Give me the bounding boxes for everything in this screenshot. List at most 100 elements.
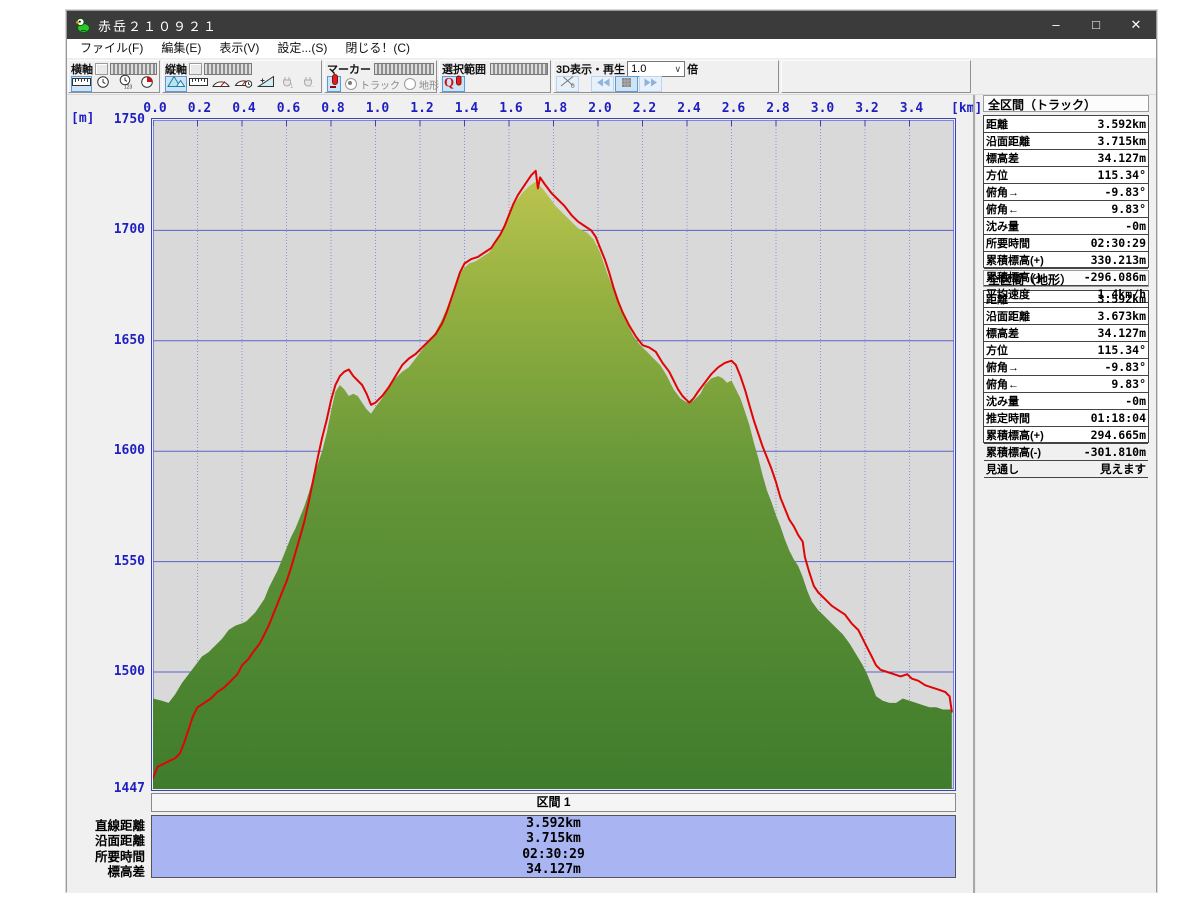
clock-123-icon: 123 [118,74,133,94]
maximize-button[interactable]: □ [1076,11,1116,39]
stat-row: 距離 3.592km [984,116,1148,133]
marker-target-track-radio[interactable]: トラック [345,77,400,92]
haxis-distance-button[interactable] [71,76,92,92]
ruler-icon [72,75,91,93]
vaxis-scale-reset-button[interactable] [189,63,202,75]
stat-value: -296.086m [1084,270,1146,284]
x-axis-tick-label: 0.6 [274,101,304,116]
haxis-time-button[interactable] [93,76,114,92]
x-axis-tick-label: 3.2 [852,101,882,116]
stat-label: 方位 [986,342,1008,358]
gauge-clock-icon [234,75,254,93]
haxis-elapsed-button[interactable] [136,76,157,92]
menu-item[interactable]: 閉じる！(C) [336,39,419,58]
stat-row: 所要時間 02:30:29 [984,235,1148,252]
haxis-time-numbered-button[interactable]: 123 [115,76,136,92]
marker-toggle-button[interactable] [327,76,341,92]
y-axis-tick-label: 1600 [67,443,145,458]
stat-value: -9.83° [1104,360,1146,374]
x-axis-tick-label: 1.4 [452,101,482,116]
stat-label: 俯角← [986,201,1019,217]
info-panel: 全区間（トラック） 距離 3.592km 沿面距離 3.715km 標高差 34… [983,95,1149,445]
toolbar-group-marker: マーカー トラック 地形 [324,60,437,93]
plug-multi-icon: .. [301,75,316,94]
3d-view-button[interactable]: 0 [556,76,579,92]
vaxis-sensor2-button[interactable]: .. [299,76,319,92]
vaxis-speed-button[interactable] [210,76,232,92]
stat-value: 34.127m [1098,326,1146,340]
x-axis-tick-label: 1.0 [363,101,393,116]
vaxis-scale-slider[interactable] [204,63,252,75]
toolbar-group-horizontal-axis: 横軸 123 [68,60,160,93]
vaxis-sensor1-button[interactable]: 1 [277,76,297,92]
close-button[interactable]: ✕ [1116,11,1156,39]
stat-value: 01:18:04 [1091,411,1146,425]
track-stats-table: 距離 3.592km 沿面距離 3.715km 標高差 34.127m 方位 1… [983,115,1149,268]
ruler-icon [189,75,208,93]
vaxis-elevation-button[interactable] [165,76,187,92]
stat-value: 9.83° [1111,377,1146,391]
rewind-button[interactable] [591,76,614,92]
x-axis-tick-label: 2.6 [719,101,749,116]
desktop-background: 赤岳２１０９２１ – □ ✕ ファイル(F)編集(E)表示(V)設定...(S)… [0,0,1200,900]
stat-value: -9.83° [1104,185,1146,199]
stat-value: 3.673km [1098,309,1146,323]
x-axis-tick-label: 2.2 [630,101,660,116]
rewind-icon [595,75,611,93]
menu-item[interactable]: 設定...(S) [268,39,336,58]
stat-row: 累積標高(-) -301.810m [984,444,1148,461]
marker-position-slider[interactable] [374,63,434,75]
stat-row: 沿面距離 3.715km [984,133,1148,150]
marker-target-terrain-radio[interactable]: 地形 [404,77,439,92]
section-values-box: 3.592km3.715km02:30:2934.127m [151,815,956,878]
stat-label: 推定時間 [986,410,1030,426]
section-row-value: 02:30:29 [152,847,955,862]
haxis-scale-reset-button[interactable] [95,63,108,75]
toolbar-group-playback: 3D表示・再生 1.0∨ 倍 0 [553,60,779,93]
panel-divider [973,95,976,893]
section-row-label: 沿面距離 [67,830,145,845]
stat-label: 見通し [986,461,1019,477]
stat-row: 方位 115.34° [984,342,1148,359]
minimize-button[interactable]: – [1036,11,1076,39]
stat-value: 3.715km [1098,134,1146,148]
stat-label: 標高差 [986,150,1019,166]
window-controls: – □ ✕ [1036,11,1156,39]
selection-mode-button[interactable]: Q [442,76,465,92]
selection-range-slider[interactable] [490,63,548,75]
stat-label: 沈み量 [986,218,1019,234]
svg-text:..: .. [310,82,314,89]
stop-icon [621,75,632,93]
playback-rate-value: 1.0 [631,63,646,75]
forward-button[interactable] [639,76,662,92]
toolbar-group-empty [781,60,971,93]
svg-text:Q: Q [444,75,454,90]
stat-label: 俯角→ [986,184,1019,200]
stat-value: 02:30:29 [1091,236,1146,250]
vaxis-gradient-button[interactable] [256,76,276,92]
menu-item[interactable]: 表示(V) [210,39,268,58]
stat-label: 沈み量 [986,393,1019,409]
bird-3d-icon: 0 [558,74,578,94]
stat-label: 俯角→ [986,359,1019,375]
stat-row: 俯角→ -9.83° [984,184,1148,201]
marker-pin-icon [328,74,340,94]
stat-label: 方位 [986,167,1008,183]
vaxis-distance-button[interactable] [188,76,209,92]
plug-single-icon: 1 [280,75,295,94]
x-axis-tick-label: 1.8 [541,101,571,116]
stat-value: 9.83° [1111,202,1146,216]
y-axis-tick-label: 1447 [67,781,145,796]
y-axis-tick-label: 1700 [67,222,145,237]
vaxis-pace-button[interactable] [233,76,255,92]
menu-item[interactable]: ファイル(F) [71,39,152,58]
stop-button[interactable] [615,76,638,92]
menu-item[interactable]: 編集(E) [152,39,210,58]
stat-label: 沿面距離 [986,133,1030,149]
stat-row: 沈み量 -0m [984,218,1148,235]
elevation-plot[interactable] [151,118,956,791]
section-title: 区間 1 [536,795,570,809]
y-axis-tick-label: 1650 [67,333,145,348]
chevron-down-icon: ∨ [674,64,681,75]
section-row-value: 3.592km [152,816,955,831]
